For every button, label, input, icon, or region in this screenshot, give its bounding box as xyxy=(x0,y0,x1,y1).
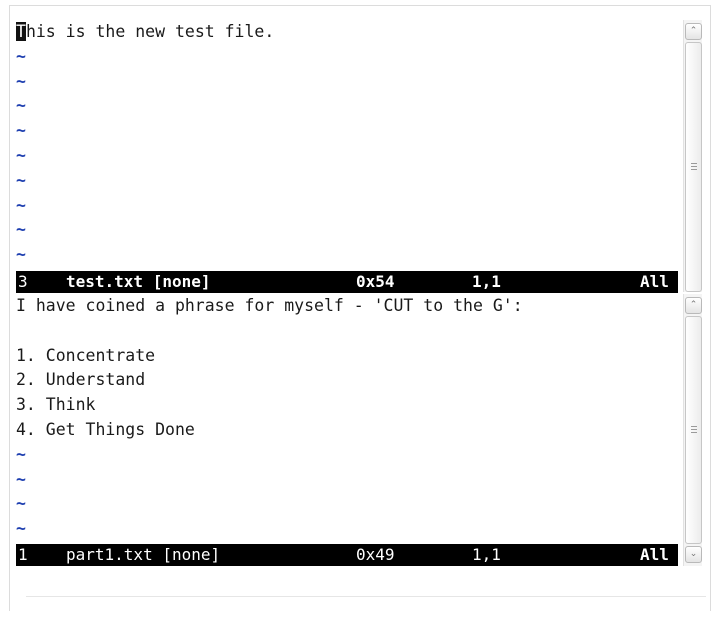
chevron-down-icon: ⌄ xyxy=(689,549,698,559)
empty-line-tilde: ~ xyxy=(16,170,26,190)
scrollbar-thumb[interactable] xyxy=(685,316,702,544)
empty-line-tilde: ~ xyxy=(16,96,26,116)
empty-line-tilde: ~ xyxy=(16,145,26,165)
status-filename: part1.txt [none] xyxy=(66,545,221,564)
text-line[interactable]: 3. Think xyxy=(16,393,678,418)
top-scrollbar[interactable]: ⌃ xyxy=(683,20,702,292)
status-char-code: 0x49 xyxy=(356,545,395,564)
chevron-up-icon: ⌃ xyxy=(689,26,698,36)
status-cursor-position: 1,1 xyxy=(472,272,501,291)
empty-line-tilde: ~ xyxy=(16,494,26,514)
empty-line-tilde: ~ xyxy=(16,195,26,215)
bottom-pane[interactable]: I have coined a phrase for myself - 'CUT… xyxy=(16,294,678,542)
bottom-status-line: 1 part1.txt [none] 0x49 1,1 All xyxy=(16,544,678,566)
grip-icon xyxy=(691,163,697,170)
grip-icon xyxy=(691,426,697,433)
buffer-number: 3 xyxy=(18,272,28,291)
text-line[interactable] xyxy=(16,319,678,344)
empty-line-tilde: ~ xyxy=(16,71,26,91)
empty-line-tilde: ~ xyxy=(16,245,26,265)
status-scroll-percent: All xyxy=(640,272,669,291)
text-cursor: T xyxy=(16,22,26,41)
empty-line-tilde: ~ xyxy=(16,444,26,464)
chevron-up-icon: ⌃ xyxy=(689,300,698,310)
text-line[interactable]: 1. Concentrate xyxy=(16,344,678,369)
status-scroll-percent: All xyxy=(640,545,669,564)
scroll-down-button[interactable]: ⌄ xyxy=(685,546,702,563)
empty-line-tilde: ~ xyxy=(16,220,26,240)
empty-line-tilde: ~ xyxy=(16,469,26,489)
empty-line-tilde: ~ xyxy=(16,121,26,141)
text-line[interactable]: 2. Understand xyxy=(16,368,678,393)
status-cursor-position: 1,1 xyxy=(472,545,501,564)
divider xyxy=(26,596,706,597)
scroll-up-button[interactable]: ⌃ xyxy=(685,297,702,314)
status-char-code: 0x54 xyxy=(356,272,395,291)
scroll-up-button[interactable]: ⌃ xyxy=(685,23,702,40)
scrollbar-thumb[interactable] xyxy=(685,42,702,292)
bottom-scrollbar[interactable]: ⌃ ⌄ xyxy=(683,294,702,566)
line-text: his is the new test file. xyxy=(25,22,275,41)
text-line[interactable]: 4. Get Things Done xyxy=(16,418,678,443)
status-filename: test.txt [none] xyxy=(66,272,211,291)
top-status-line: 3 test.txt [none] 0x54 1,1 All xyxy=(16,271,678,293)
buffer-number: 1 xyxy=(18,545,28,564)
text-line[interactable]: This is the new test file. xyxy=(16,20,678,45)
empty-line-tilde: ~ xyxy=(16,519,26,539)
empty-line-tilde: ~ xyxy=(16,46,26,66)
top-pane[interactable]: This is the new test file. ~ ~ ~ ~ ~ ~ ~… xyxy=(16,20,678,268)
text-line[interactable]: I have coined a phrase for myself - 'CUT… xyxy=(16,294,678,319)
